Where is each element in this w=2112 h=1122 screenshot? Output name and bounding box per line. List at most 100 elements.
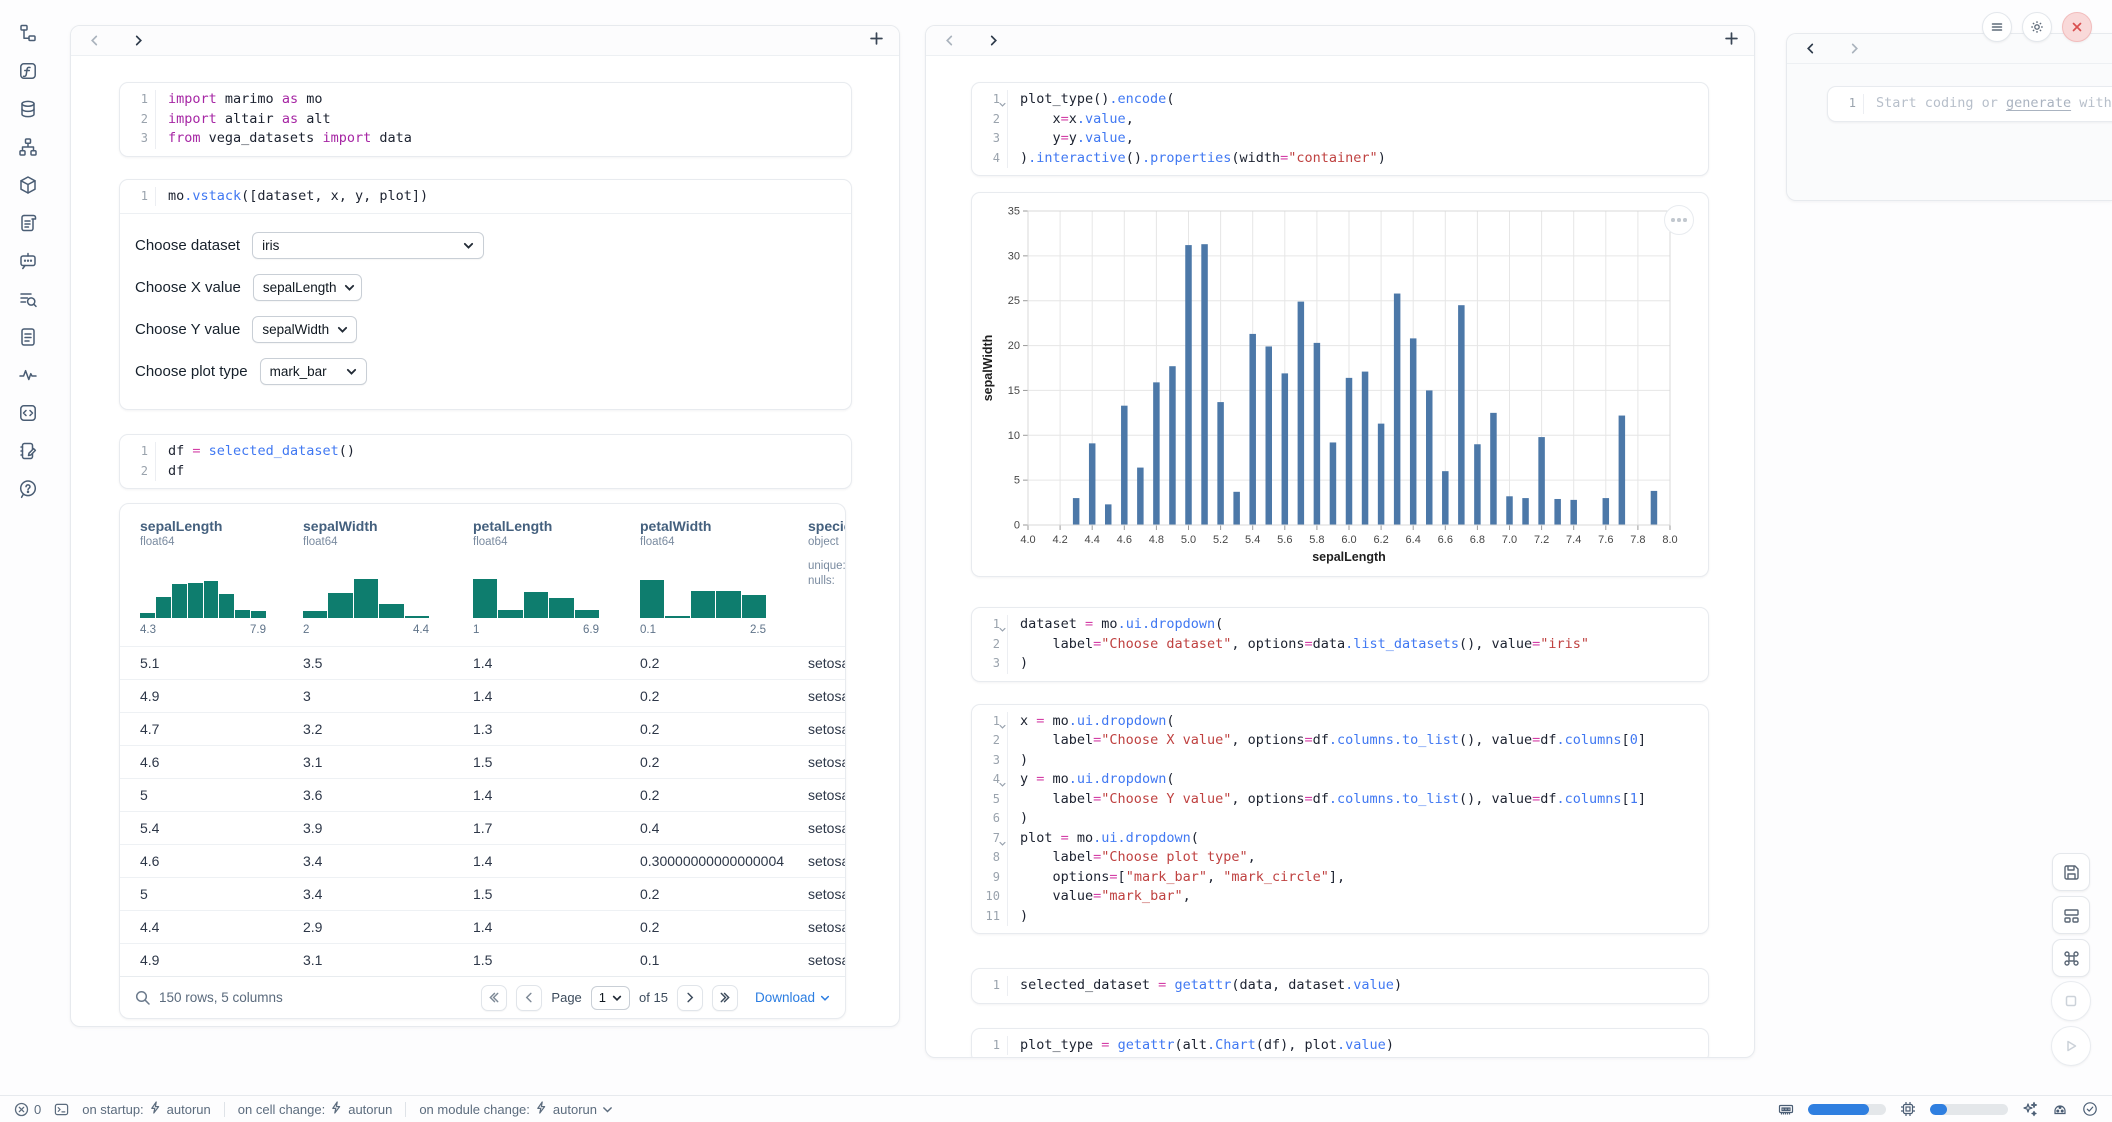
nav-back-icon[interactable] [1803, 42, 1817, 56]
runtime-config-on-cell-change[interactable]: on cell change:autorun [238, 1101, 393, 1117]
choose-dataset-select[interactable]: iris [252, 232, 484, 259]
line-number: 1 [972, 615, 1000, 635]
datasources-icon[interactable] [17, 98, 39, 120]
fold-chevron-icon[interactable] [999, 775, 1006, 782]
table-row[interactable]: 53.41.50.2setosa [120, 877, 845, 910]
table-row[interactable]: 4.93.11.50.1setosa [120, 943, 845, 976]
file-explorer-icon[interactable] [17, 22, 39, 44]
table-row[interactable]: 5.13.51.40.2setosa [120, 646, 845, 679]
code-editor[interactable]: mo.vstack([dataset, x, y, plot]) [156, 187, 851, 207]
table-row[interactable]: 53.61.40.2setosa [120, 778, 845, 811]
next-page-button[interactable] [677, 985, 703, 1011]
fold-chevron-icon[interactable] [999, 834, 1006, 841]
runtime-config-on-startup[interactable]: on startup:autorun [82, 1101, 211, 1117]
table-row[interactable]: 4.73.21.30.2setosa [120, 712, 845, 745]
error-count[interactable]: 0 [14, 1102, 41, 1117]
code-editor[interactable]: selected_dataset = getattr(data, dataset… [1008, 976, 1708, 996]
snippets-icon[interactable] [17, 402, 39, 424]
nav-forward-icon[interactable] [131, 34, 145, 48]
table-cell: 4.7 [120, 721, 283, 737]
nav-forward-icon[interactable] [1847, 42, 1861, 56]
menu-icon[interactable] [1982, 12, 2012, 42]
variables-search-icon[interactable] [17, 288, 39, 310]
functions-icon[interactable] [17, 60, 39, 82]
nav-forward-icon[interactable] [986, 34, 1000, 48]
run-play-icon[interactable] [2051, 1026, 2091, 1066]
column-header-petalWidth[interactable]: petalWidthfloat640.12.5 [620, 518, 788, 636]
save-icon[interactable] [2052, 853, 2090, 891]
control-label: Choose dataset [135, 237, 240, 254]
page-select[interactable]: 1 [591, 986, 630, 1010]
terminal-icon[interactable] [54, 1102, 69, 1117]
code-cell-df[interactable]: 12df = selected_dataset()df [119, 434, 852, 489]
fold-chevron-icon[interactable] [999, 95, 1006, 102]
download-button[interactable]: Download [755, 990, 830, 1005]
code-line: plot = mo.ui.dropdown( [1020, 829, 1708, 849]
sidebar-rail [0, 0, 56, 1094]
keyboard-shortcuts-icon[interactable] [2052, 939, 2090, 977]
generate-with-ai-link[interactable]: generate [2006, 95, 2071, 111]
code-cell-plot[interactable]: 1234plot_type().encode( x=x.value, y=y.v… [971, 82, 1709, 176]
table-row[interactable]: 4.63.41.40.30000000000000004setosa [120, 844, 845, 877]
column-header-sepalWidth[interactable]: sepalWidthfloat6424.4 [283, 518, 453, 636]
settings-gear-icon[interactable] [2022, 12, 2052, 42]
empty-code-cell[interactable]: 1 Start coding or generate with [1827, 86, 2112, 122]
cell-placeholder[interactable]: Start coding or generate with [1864, 94, 2112, 114]
close-icon[interactable] [2062, 12, 2092, 42]
documentation-icon[interactable] [17, 326, 39, 348]
table-row[interactable]: 4.42.91.40.2setosa [120, 910, 845, 943]
stop-icon[interactable] [2051, 981, 2091, 1021]
runtime-config-on-module-change[interactable]: on module change:autorun [419, 1101, 613, 1117]
table-row[interactable]: 5.43.91.70.4setosa [120, 811, 845, 844]
code-editor[interactable]: dataset = mo.ui.dropdown( label="Choose … [1008, 615, 1708, 674]
add-cell-icon[interactable] [1725, 32, 1738, 50]
code-cell-selected-dataset[interactable]: 1selected_dataset = getattr(data, datase… [971, 968, 1709, 1004]
code-cell-plot-type[interactable]: 1plot_type = getattr(alt.Chart(df), plot… [971, 1028, 1709, 1059]
code-editor[interactable]: import marimo as moimport altair as altf… [156, 90, 851, 149]
code-cell-xy-plot-dropdowns[interactable]: 1234567891011x = mo.ui.dropdown( label="… [971, 704, 1709, 935]
code-line: value="mark_bar", [1020, 887, 1708, 907]
table-row[interactable]: 4.63.11.50.2setosa [120, 745, 845, 778]
table-cell: 3.9 [283, 820, 453, 836]
code-line: ) [1020, 654, 1708, 674]
line-number: 11 [972, 907, 1000, 927]
code-line: ) [1020, 907, 1708, 927]
packages-icon[interactable] [17, 174, 39, 196]
column-header-species[interactable]: speciesobjectunique:nulls: [788, 518, 845, 636]
bar-chart[interactable]: 4.04.24.44.64.85.05.25.45.65.86.06.26.46… [980, 199, 1700, 574]
fold-chevron-icon[interactable] [999, 620, 1006, 627]
column-header-sepalLength[interactable]: sepalLengthfloat644.37.9 [120, 518, 283, 636]
choose-plot-type-select[interactable]: mark_bar [260, 358, 367, 385]
scratchpad-icon[interactable] [17, 440, 39, 462]
code-editor[interactable]: df = selected_dataset()df [156, 442, 851, 481]
chart-menu-icon[interactable] [1664, 205, 1694, 235]
logs-icon[interactable] [17, 212, 39, 234]
tracing-icon[interactable] [17, 364, 39, 386]
column-header-petalLength[interactable]: petalLengthfloat6416.9 [453, 518, 620, 636]
choose-x-value-select[interactable]: sepalLength [253, 274, 362, 301]
code-cell-dataset-dropdown[interactable]: 123dataset = mo.ui.dropdown( label="Choo… [971, 607, 1709, 682]
chat-assistant-icon[interactable] [17, 250, 39, 272]
kernel-icon[interactable] [2052, 1101, 2068, 1117]
choose-y-value-select[interactable]: sepalWidth [252, 316, 357, 343]
help-icon[interactable] [17, 478, 39, 500]
code-editor[interactable]: plot_type = getattr(alt.Chart(df), plot.… [1008, 1036, 1708, 1056]
last-page-button[interactable] [712, 985, 738, 1011]
table-row[interactable]: 4.931.40.2setosa [120, 679, 845, 712]
ai-sparkles-icon[interactable] [2022, 1101, 2038, 1117]
nav-back-icon[interactable] [87, 34, 101, 48]
fold-chevron-icon[interactable] [999, 717, 1006, 724]
code-editor[interactable]: plot_type().encode( x=x.value, y=y.value… [1008, 90, 1708, 168]
prev-page-button[interactable] [516, 985, 542, 1011]
nav-back-icon[interactable] [942, 34, 956, 48]
code-editor[interactable]: x = mo.ui.dropdown( label="Choose X valu… [1008, 712, 1708, 927]
dependency-graph-icon[interactable] [17, 136, 39, 158]
connected-check-icon[interactable] [2082, 1101, 2098, 1117]
search-icon[interactable] [135, 990, 150, 1005]
first-page-button[interactable] [481, 985, 507, 1011]
page-label: Page [551, 990, 581, 1005]
code-cell-imports[interactable]: 123import marimo as moimport altair as a… [119, 82, 852, 157]
add-cell-icon[interactable] [870, 32, 883, 50]
code-cell-vstack[interactable]: 1mo.vstack([dataset, x, y, plot]) Choose… [119, 179, 852, 411]
layout-grid-icon[interactable] [2052, 896, 2090, 934]
